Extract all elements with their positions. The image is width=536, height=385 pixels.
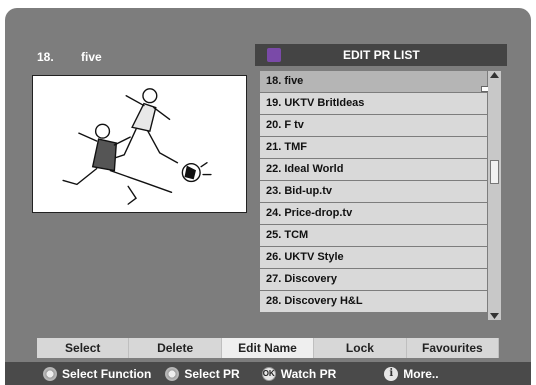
edit-list-icon <box>267 48 281 62</box>
info-icon: i <box>384 366 399 381</box>
gear-icon <box>165 366 180 381</box>
scroll-up-arrow-icon[interactable] <box>489 71 500 79</box>
channel-list: 18. five 19. UKTV BritIdeas 20. F tv 21. TM… <box>260 71 487 313</box>
function-favourites-button[interactable]: Favourites <box>406 338 500 358</box>
scroll-down-arrow-icon[interactable] <box>489 312 500 320</box>
channel-list-scrollbar[interactable] <box>488 71 501 320</box>
scrollbar-thumb[interactable] <box>490 160 499 184</box>
channel-row[interactable]: 24. Price-drop.tv <box>260 203 487 224</box>
help-item: OK Watch PR <box>261 366 337 381</box>
help-label: Select PR <box>184 366 240 381</box>
function-bar: Select Delete Edit Name Lock Favourites <box>37 338 500 358</box>
gear-icon <box>43 366 57 381</box>
function-lock-button[interactable]: Lock <box>314 338 407 358</box>
help-item: Select PR <box>165 366 240 381</box>
panel-title: EDIT PR LIST <box>343 48 420 62</box>
current-channel-name: five <box>81 50 102 64</box>
channel-row[interactable]: 19. UKTV BritIdeas <box>260 93 487 114</box>
current-channel-number: 18. <box>37 50 54 64</box>
help-label: Select Function <box>62 366 152 381</box>
channel-row[interactable]: 27. Discovery <box>260 269 487 290</box>
tv-menu-screen: 18. five EDIT PR LIST 18. five 19. UKTV … <box>5 8 531 385</box>
channel-row[interactable]: 23. Bid-up.tv <box>260 181 487 202</box>
channel-row[interactable]: 18. five <box>260 71 487 92</box>
help-bar: Select Function Select PR OK Watch PR i More.… <box>5 362 531 385</box>
channel-row[interactable]: 20. F tv <box>260 115 487 136</box>
channel-row[interactable]: 28. Discovery H&L <box>260 291 487 312</box>
function-select-button[interactable]: Select <box>37 338 130 358</box>
help-item: Select Function <box>43 366 152 381</box>
help-label: Watch PR <box>280 366 337 381</box>
soccer-players-illustration <box>62 88 212 205</box>
channel-row[interactable]: 26. UKTV Style <box>260 247 487 268</box>
edit-list-header: EDIT PR LIST <box>255 44 507 66</box>
help-item: i More.. <box>384 366 439 381</box>
help-label: More.. <box>403 366 439 381</box>
ok-icon: OK <box>261 366 276 381</box>
channel-preview <box>32 75 247 213</box>
function-delete-button[interactable]: Delete <box>129 338 222 358</box>
function-edit-name-button[interactable]: Edit Name <box>221 338 315 358</box>
channel-row[interactable]: 21. TMF <box>260 137 487 158</box>
channel-row[interactable]: 22. Ideal World <box>260 159 487 180</box>
channel-row[interactable]: 25. TCM <box>260 225 487 246</box>
